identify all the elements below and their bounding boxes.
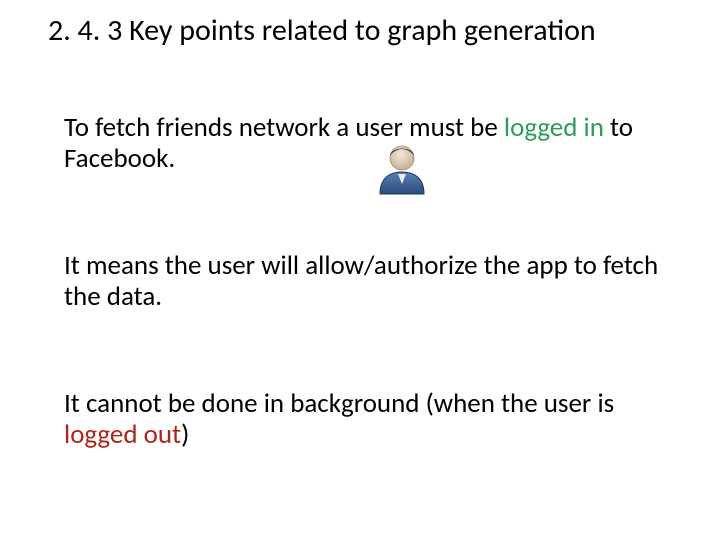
p1-in: in (584, 111, 604, 144)
paragraph-3: It cannot be done in background (when th… (64, 388, 660, 450)
paragraph-2: It means the user will allow/authorize t… (64, 250, 660, 312)
p1-logged: logged (504, 111, 584, 144)
slide: 2. 4. 3 Key points related to graph gene… (0, 0, 720, 540)
user-icon (374, 140, 430, 196)
p3-tail: ) (181, 418, 189, 451)
p1-lead: To fetch friends network a user must be (64, 111, 504, 144)
p3-lead: It cannot be done in background (when th… (64, 387, 614, 420)
p3-logged-out: logged out (64, 418, 181, 451)
paragraph-1: To fetch friends network a user must be … (64, 112, 660, 174)
slide-title: 2. 4. 3 Key points related to graph gene… (48, 14, 680, 49)
